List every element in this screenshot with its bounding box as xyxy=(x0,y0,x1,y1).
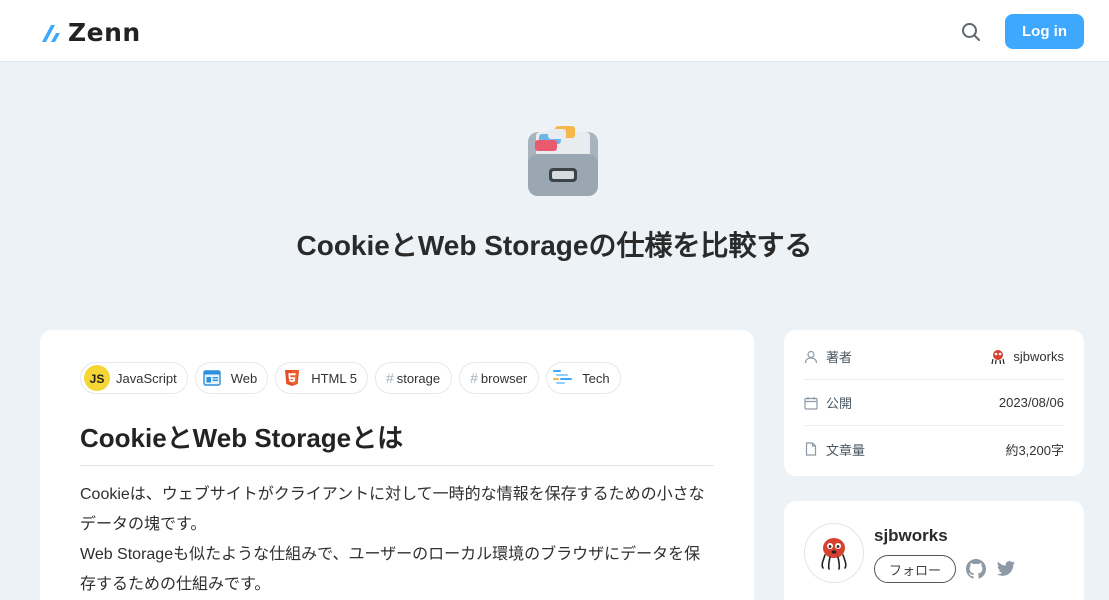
user-icon xyxy=(804,350,818,363)
topic-browser[interactable]: # browser xyxy=(459,362,540,394)
meta-published-value: 2023/08/06 xyxy=(998,395,1064,410)
logo-text: Zenn xyxy=(68,18,141,47)
topic-tech[interactable]: Tech xyxy=(546,362,621,394)
author-name[interactable]: sjbworks xyxy=(874,526,948,546)
calendar-icon xyxy=(804,396,818,410)
meta-length-label: 文章量 xyxy=(826,442,866,458)
document-icon xyxy=(805,442,817,456)
meta-length-label-group: 文章量 xyxy=(804,440,865,459)
hash-icon: # xyxy=(385,370,394,386)
article-paragraph: Cookieは、ウェブサイトがクライアントに対して一時的な情報を保存するための小… xyxy=(80,480,720,600)
meta-author-value: sjbworks xyxy=(1013,349,1064,364)
article-emoji xyxy=(525,124,601,198)
topic-label: browser xyxy=(480,370,528,386)
card-file-box-icon xyxy=(528,126,598,196)
topic-html5[interactable]: HTML 5 xyxy=(275,362,368,394)
search-icon xyxy=(962,23,980,41)
zenn-logo-icon xyxy=(42,24,60,42)
octopus-avatar-icon xyxy=(821,538,847,570)
article-meta-card: 著者 sjbworks 公開 2023/08/06 文章量 約3,200字 xyxy=(784,330,1084,476)
topic-label: Tech xyxy=(582,370,610,386)
meta-length-row: 文章量 約3,200字 xyxy=(804,426,1064,472)
web-icon xyxy=(199,365,225,391)
topic-label: Web xyxy=(230,370,258,386)
meta-author-label: 著者 xyxy=(826,350,853,365)
topic-label: HTML 5 xyxy=(311,370,357,386)
paragraph-line: データの塊です。 xyxy=(80,516,207,533)
zenn-logo[interactable]: Zenn xyxy=(40,18,141,47)
topic-label: JavaScript xyxy=(116,370,177,386)
paragraph-line: Cookieは、ウェブサイトがクライアントに対して一時的な情報を保存するための小… xyxy=(80,486,705,503)
paragraph-line: Web Storageも似たような仕組みで、ユーザーのローカル環境のブラウザにデ… xyxy=(80,546,701,563)
topic-web[interactable]: Web xyxy=(194,362,269,394)
tech-icon xyxy=(550,365,576,391)
meta-length-value: 約3,200字 xyxy=(1005,442,1064,458)
meta-published-label: 公開 xyxy=(826,396,853,411)
meta-published-row: 公開 2023/08/06 xyxy=(804,380,1064,426)
html5-icon xyxy=(279,365,305,391)
meta-author-link[interactable]: sjbworks xyxy=(989,348,1064,366)
javascript-icon: JS xyxy=(84,365,110,391)
svg-text:JS: JS xyxy=(90,372,105,386)
follow-button[interactable]: フォロー xyxy=(874,555,956,583)
hash-icon: # xyxy=(470,370,478,386)
author-avatar-small xyxy=(991,349,1006,364)
topic-label: storage xyxy=(396,370,441,386)
github-icon[interactable] xyxy=(966,559,986,579)
topic-list: JS JavaScript Web HTML 5 # storage # bro… xyxy=(80,362,621,394)
meta-published-label-group: 公開 xyxy=(804,393,852,412)
topic-storage[interactable]: # storage xyxy=(374,362,453,394)
login-button[interactable]: Log in xyxy=(1005,14,1084,49)
twitter-icon[interactable] xyxy=(996,559,1016,579)
site-header: Zenn Log in xyxy=(0,0,1109,62)
meta-author-row: 著者 sjbworks xyxy=(804,334,1064,380)
section-heading: CookieとWeb Storageとは xyxy=(80,418,714,466)
avatar[interactable] xyxy=(804,523,864,583)
topic-javascript[interactable]: JS JavaScript xyxy=(80,362,188,394)
search-button[interactable] xyxy=(958,19,984,45)
article-title: CookieとWeb Storageの仕様を比較する xyxy=(296,230,813,261)
paragraph-line: 存するための仕組みです。 xyxy=(80,576,271,593)
author-card: sjbworks フォロー xyxy=(784,501,1084,600)
article-body-card: JS JavaScript Web HTML 5 # storage # bro… xyxy=(40,330,754,600)
meta-author-label-group: 著者 xyxy=(804,347,852,366)
